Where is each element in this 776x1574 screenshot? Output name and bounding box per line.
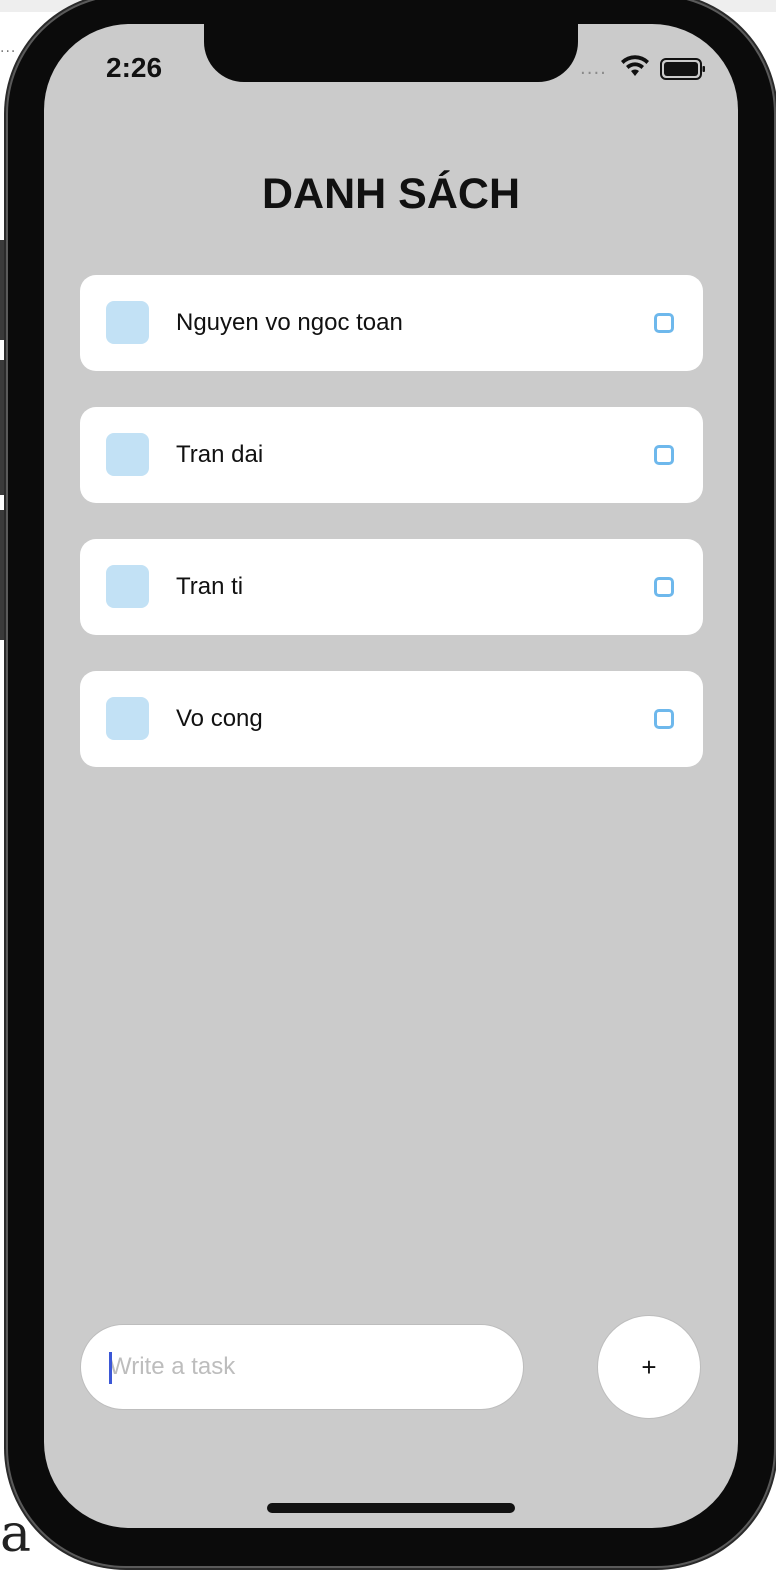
notch (204, 0, 578, 82)
task-square-icon (106, 697, 149, 740)
wifi-icon (621, 55, 649, 76)
task-square-icon (106, 301, 149, 344)
task-item[interactable]: Tran dai (80, 407, 703, 503)
task-label: Vo cong (176, 705, 263, 732)
page-title: DANH SÁCH (262, 170, 520, 218)
task-label: Tran dai (176, 441, 264, 468)
battery-icon (660, 58, 705, 80)
task-status-circle-icon (654, 313, 674, 333)
task-item[interactable]: Nguyen vo ngoc toan (80, 275, 703, 371)
task-input-wrapper[interactable] (80, 1324, 524, 1410)
status-time: 2:26 (106, 52, 163, 83)
task-square-icon (106, 565, 149, 608)
task-status-circle-icon (654, 709, 674, 729)
task-square-icon (106, 433, 149, 476)
task-input[interactable] (109, 1325, 509, 1409)
background-page-dots: ... (0, 40, 17, 56)
signal-icon: .... (580, 58, 607, 79)
text-caret (109, 1352, 112, 1384)
task-status-circle-icon (654, 577, 674, 597)
task-label: Tran ti (176, 573, 244, 600)
stage: ... a 2:26 .... DANH SÁCH Nguyen vo ngoc… (0, 0, 776, 1574)
task-label: Nguyen vo ngoc toan (176, 309, 403, 336)
task-item[interactable]: Tran ti (80, 539, 703, 635)
task-list: Nguyen vo ngoc toan Tran dai Tran ti Vo … (80, 275, 703, 803)
home-indicator (267, 1503, 515, 1513)
task-status-circle-icon (654, 445, 674, 465)
add-task-button[interactable]: + (597, 1315, 701, 1419)
task-item[interactable]: Vo cong (80, 671, 703, 767)
background-page-text: a (0, 1504, 32, 1564)
